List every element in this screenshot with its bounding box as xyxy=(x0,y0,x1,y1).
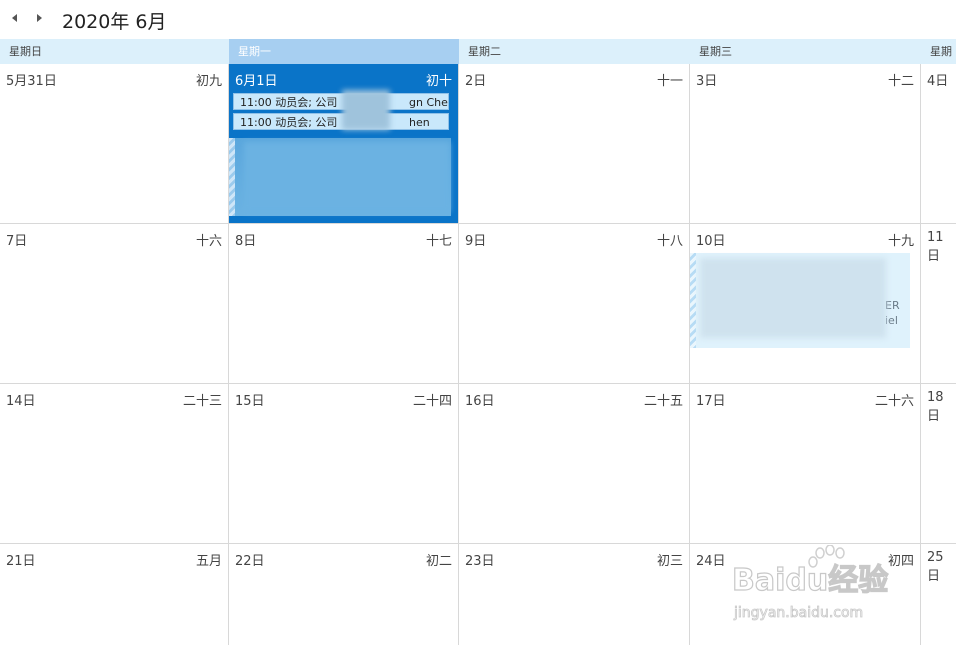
next-month-button[interactable] xyxy=(33,11,45,25)
day-number: 18日 xyxy=(927,390,944,424)
calendar-toolbar: 2020年 6月 xyxy=(0,0,956,38)
day-cell[interactable]: 16日 二十五 xyxy=(459,384,690,544)
calendar-event[interactable]: 11:00 动员会; 公司 gn Chen xyxy=(233,93,449,110)
weekday-header-sun: 星期日 xyxy=(0,39,229,64)
day-number: 3日 xyxy=(696,74,718,89)
day-number: 4日 xyxy=(927,74,949,89)
event-text-fragment: ER xyxy=(885,299,900,312)
day-cell[interactable]: 24日 初四 xyxy=(690,544,921,645)
day-cell[interactable]: 7日 十六 xyxy=(0,224,229,384)
day-cell[interactable]: 11日 xyxy=(921,224,956,384)
month-title: 2020年 6月 xyxy=(62,11,167,33)
caret-left-icon xyxy=(12,14,17,22)
day-number: 8日 xyxy=(235,234,257,249)
day-number: 22日 xyxy=(235,554,265,569)
day-number: 23日 xyxy=(465,554,495,569)
lunar-date: 二十六 xyxy=(874,394,914,409)
day-cell[interactable]: 3日 十二 xyxy=(690,64,921,224)
lunar-date: 五月 xyxy=(195,554,222,569)
day-number: 2日 xyxy=(465,74,487,89)
event-text-fragment: iel xyxy=(885,314,898,327)
day-cell[interactable]: 25日 xyxy=(921,544,956,645)
event-stripe xyxy=(690,253,696,348)
day-number: 6月1日 xyxy=(235,74,278,89)
day-cell[interactable]: 21日 五月 xyxy=(0,544,229,645)
day-number: 7日 xyxy=(6,234,28,249)
day-cell[interactable]: 14日 二十三 xyxy=(0,384,229,544)
day-number: 16日 xyxy=(465,394,495,409)
weekday-header-tue: 星期二 xyxy=(459,39,690,64)
day-number: 11日 xyxy=(927,230,944,264)
lunar-date: 十二 xyxy=(887,74,914,89)
day-number: 24日 xyxy=(696,554,726,569)
redacted-area xyxy=(244,142,450,212)
day-number: 10日 xyxy=(696,234,726,249)
day-cell[interactable]: 4日 xyxy=(921,64,956,224)
lunar-date: 十七 xyxy=(425,234,452,249)
lunar-date: 初二 xyxy=(425,554,452,569)
calendar-event[interactable]: 11:00 动员会; 公司 hen xyxy=(233,113,449,130)
day-cell[interactable]: 2日 十一 xyxy=(459,64,690,224)
day-cell[interactable]: 15日 二十四 xyxy=(229,384,459,544)
event-title: 11:00 动员会; 公司 xyxy=(240,96,338,109)
caret-right-icon xyxy=(37,14,42,22)
weekday-header-mon: 星期一 xyxy=(229,39,459,64)
day-number: 5月31日 xyxy=(6,74,57,89)
lunar-date: 二十四 xyxy=(412,394,452,409)
day-number: 25日 xyxy=(927,550,944,584)
redacted-area xyxy=(342,90,390,130)
day-number: 9日 xyxy=(465,234,487,249)
day-cell[interactable]: 9日 十八 xyxy=(459,224,690,384)
event-stripe xyxy=(229,138,235,216)
event-title: 11:00 动员会; 公司 xyxy=(240,116,338,129)
prev-month-button[interactable] xyxy=(9,11,21,25)
day-number: 14日 xyxy=(6,394,36,409)
day-cell[interactable]: 5月31日 初九 xyxy=(0,64,229,224)
lunar-date: 十六 xyxy=(195,234,222,249)
weekday-header-wed: 星期三 xyxy=(690,39,921,64)
day-cell[interactable]: 23日 初三 xyxy=(459,544,690,645)
lunar-date: 二十五 xyxy=(643,394,683,409)
lunar-date: 十八 xyxy=(656,234,683,249)
weekday-header-thu: 星期 xyxy=(921,39,956,64)
lunar-date: 十一 xyxy=(656,74,683,89)
event-organizer: gn Chen xyxy=(409,96,448,109)
day-cell[interactable]: 8日 十七 xyxy=(229,224,459,384)
lunar-date: 二十三 xyxy=(182,394,222,409)
lunar-date: 初九 xyxy=(195,74,222,89)
day-cell[interactable]: 18日 xyxy=(921,384,956,544)
day-number: 21日 xyxy=(6,554,36,569)
lunar-date: 初十 xyxy=(425,74,452,89)
lunar-date: 十九 xyxy=(887,234,914,249)
day-number: 17日 xyxy=(696,394,726,409)
day-cell[interactable]: 17日 二十六 xyxy=(690,384,921,544)
day-cell[interactable]: 22日 初二 xyxy=(229,544,459,645)
day-number: 15日 xyxy=(235,394,265,409)
lunar-date: 初三 xyxy=(656,554,683,569)
lunar-date: 初四 xyxy=(887,554,914,569)
redacted-area xyxy=(700,258,886,338)
event-organizer: hen xyxy=(409,116,430,129)
